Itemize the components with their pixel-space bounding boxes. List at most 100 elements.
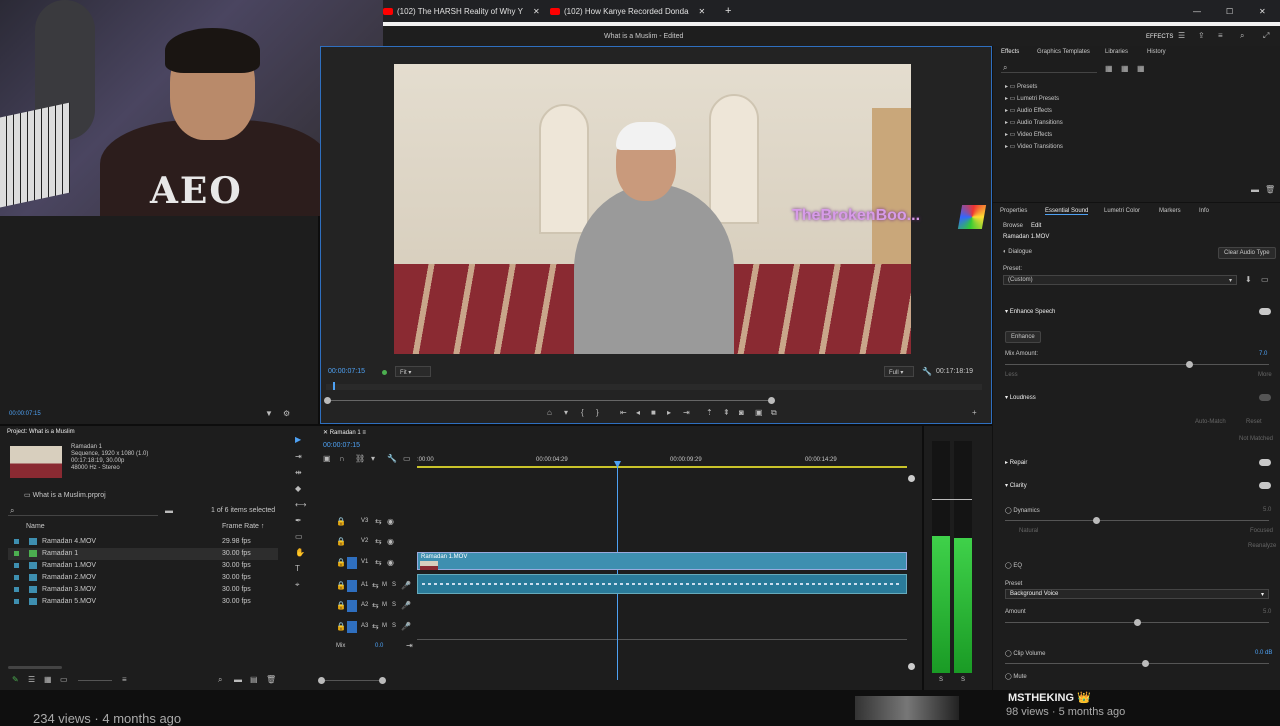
label-color-swatch[interactable] [14, 551, 19, 556]
clip-volume-knob[interactable] [1142, 660, 1149, 667]
sync-lock-icon[interactable]: ⇆ [375, 518, 382, 526]
effects-folder[interactable]: ▸ ▭ Video Transitions [1005, 143, 1063, 150]
track-header[interactable]: 🔒 A1 ⇆ M S 🎤 [334, 580, 414, 592]
rectangle-tool-icon[interactable]: ▭ [295, 533, 303, 541]
track-target[interactable] [347, 621, 357, 633]
eye-icon[interactable]: ◉ [387, 518, 394, 526]
mute-toggle[interactable]: M [382, 623, 387, 629]
icon-view-icon[interactable]: ▦ [44, 676, 52, 684]
work-area-bar[interactable] [417, 466, 907, 468]
minimize-button[interactable]: — [1193, 3, 1201, 19]
yuv-effects-icon[interactable]: ▦ [1137, 65, 1145, 73]
lock-icon[interactable]: 🔒 [336, 582, 346, 590]
repair-toggle[interactable] [1259, 459, 1271, 466]
menu-icon[interactable]: ≡ [1218, 32, 1223, 40]
marker-add-icon[interactable]: ⌂ [547, 409, 552, 417]
label-color-swatch[interactable] [14, 563, 19, 568]
quality-dropdown[interactable]: Full ▾ [884, 366, 914, 377]
track-header[interactable]: 🔒 V1 ⇆ ◉ [334, 557, 414, 569]
mark-in-icon[interactable]: { [581, 409, 584, 417]
mix-amount-value[interactable]: 7.0 [1259, 351, 1267, 357]
mix-amount-slider[interactable] [1005, 364, 1269, 365]
lock-icon[interactable]: 🔒 [336, 518, 346, 526]
track-target[interactable] [347, 600, 357, 612]
tab-essential-sound[interactable]: Essential Sound [1045, 208, 1089, 215]
mark-out-icon[interactable]: } [596, 409, 599, 417]
timeline-vscroll-bottom[interactable] [908, 663, 915, 670]
step-back-icon[interactable]: ◂ [636, 409, 640, 417]
mute-toggle[interactable]: M [382, 582, 387, 588]
track-header[interactable]: 🔒 V3 ⇆ ◉ [334, 516, 414, 528]
effects-folder[interactable]: ▸ ▭ Audio Transitions [1005, 119, 1063, 126]
subtab-browse[interactable]: Browse [1003, 223, 1023, 229]
list-view-icon[interactable]: ☰ [28, 676, 35, 684]
wrench-icon[interactable]: 🔧 [922, 368, 932, 376]
project-list-item[interactable]: Ramadan 4.MOV 29.98 fps [8, 536, 278, 548]
workspace-label[interactable]: EFFECTS [1146, 34, 1173, 40]
solo-left[interactable]: S [939, 677, 943, 683]
button-editor-icon[interactable]: + [972, 409, 977, 417]
project-list-item[interactable]: Ramadan 3.MOV 30.00 fps [8, 584, 278, 596]
new-bin-icon[interactable]: ▬ [165, 507, 173, 515]
add-marker-icon[interactable]: ▾ [564, 409, 568, 417]
amount-knob[interactable] [1134, 619, 1141, 626]
eye-icon[interactable]: ◉ [387, 559, 394, 567]
scrollbar[interactable] [8, 666, 62, 669]
track-target[interactable] [347, 557, 357, 569]
mini-playhead[interactable] [333, 382, 335, 390]
pen-tool-icon[interactable]: ✒ [295, 517, 302, 525]
clear-audio-type-button[interactable]: Clear Audio Type [1218, 247, 1276, 259]
track-select-tool-icon[interactable]: ⇥ [295, 453, 302, 461]
effects-folder[interactable]: ▸ ▭ Presets [1005, 83, 1037, 90]
maximize-button[interactable]: ☐ [1226, 3, 1233, 19]
repair-section[interactable]: ▸ Repair [1005, 459, 1027, 466]
enhance-button[interactable]: Enhance [1005, 331, 1041, 343]
track-header[interactable]: 🔒 A3 ⇆ M S 🎤 [334, 621, 414, 633]
browser-tab-2[interactable]: (102) How Kanye Recorded Donda ✕ [550, 3, 705, 19]
tab-effects[interactable]: Effects [1001, 49, 1019, 55]
eq-preset-dropdown[interactable]: Background Voice ▾ [1005, 589, 1269, 599]
subtab-edit[interactable]: Edit [1031, 223, 1041, 229]
loudness-toggle[interactable] [1259, 394, 1271, 401]
microphone-icon[interactable]: 🎤 [401, 582, 411, 590]
enhance-speech-toggle[interactable] [1259, 308, 1271, 315]
accelerated-effects-icon[interactable]: ▦ [1105, 65, 1113, 73]
mix-jump-icon[interactable]: ⇥ [406, 642, 413, 650]
video-clip[interactable]: Ramadan 1.MOV [417, 552, 907, 570]
clip-volume-slider[interactable] [1005, 663, 1269, 664]
project-list-item[interactable]: Ramadan 5.MOV 30.00 fps [8, 596, 278, 608]
timeline-settings-icon[interactable]: 🔧 [387, 455, 397, 463]
sync-lock-icon[interactable]: ⇆ [372, 602, 379, 610]
trash-icon[interactable]: 🗑 [266, 676, 276, 684]
tab-lumetri-color[interactable]: Lumetri Color [1104, 208, 1140, 214]
new-bin-icon[interactable]: ▬ [234, 676, 242, 684]
zoom-handle-left[interactable] [324, 397, 331, 404]
thumb-size-slider[interactable] [78, 680, 112, 681]
timeline-vscroll-top[interactable] [908, 475, 915, 482]
linked-select-icon[interactable]: ⛓ [355, 455, 365, 463]
solo-toggle[interactable]: S [392, 623, 396, 629]
track-target[interactable] [347, 516, 357, 528]
timeline-zoom-left[interactable] [318, 677, 325, 684]
new-bin-icon[interactable]: ▬ [1251, 186, 1259, 194]
tab-properties[interactable]: Properties [1000, 208, 1027, 214]
microphone-icon[interactable]: 🎤 [401, 623, 411, 631]
razor-tool-icon[interactable]: ◆ [295, 485, 301, 493]
timeline-zoom-right[interactable] [379, 677, 386, 684]
tab-libraries[interactable]: Libraries [1105, 49, 1128, 55]
project-list-item[interactable]: Ramadan 2.MOV 30.00 fps [8, 572, 278, 584]
sync-lock-icon[interactable]: ⇆ [372, 623, 379, 631]
workspace-menu-icon[interactable]: ☰ [1178, 32, 1185, 40]
column-name[interactable]: Name [26, 523, 45, 530]
dynamics-value[interactable]: 5.0 [1263, 507, 1271, 513]
amount-value[interactable]: 5.0 [1263, 609, 1271, 615]
track-target[interactable] [347, 536, 357, 548]
solo-right[interactable]: S [961, 677, 965, 683]
label-color-swatch[interactable] [14, 599, 19, 604]
preset-dropdown[interactable]: (Custom) ▾ [1003, 275, 1237, 285]
browser-tab-1[interactable]: (102) The HARSH Reality of Why Y ✕ [383, 3, 540, 19]
add-marker-icon[interactable]: ▾ [371, 455, 375, 463]
sort-icon[interactable]: ≡ [122, 676, 127, 684]
mute-toggle[interactable]: M [382, 602, 387, 608]
zoom-bar[interactable] [326, 400, 772, 401]
